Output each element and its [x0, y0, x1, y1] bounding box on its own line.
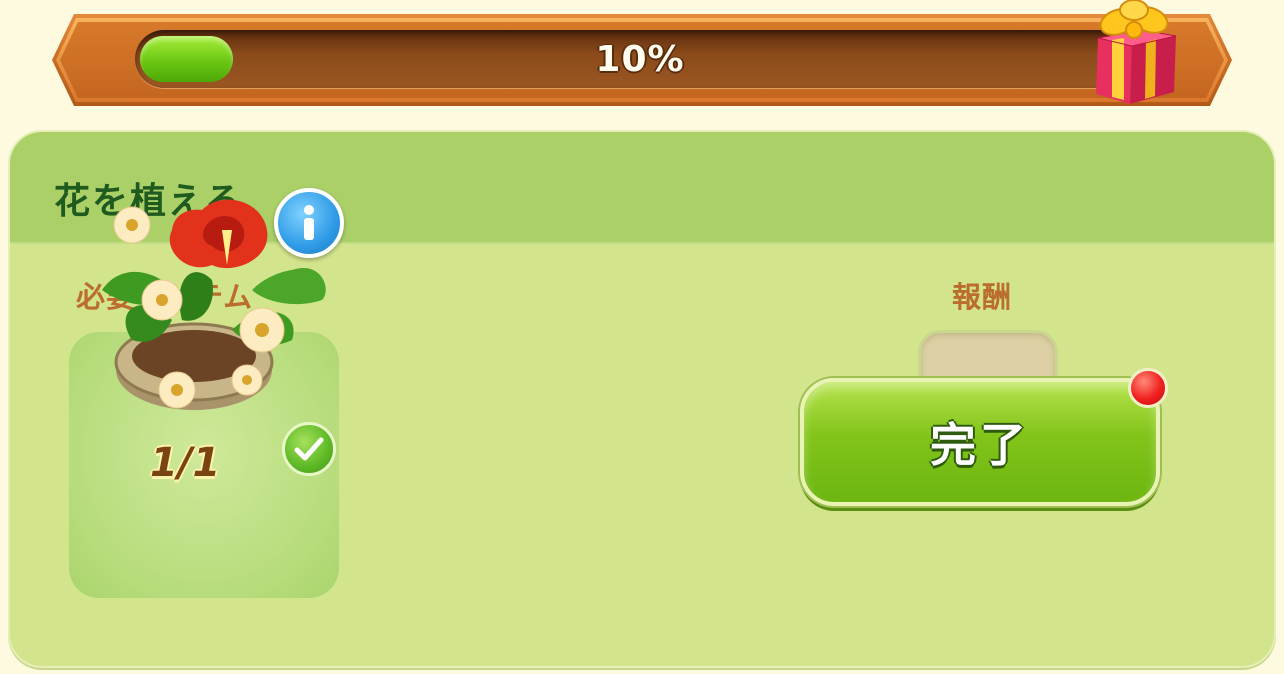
checkmark-icon: [282, 422, 336, 476]
info-glyph: [304, 205, 314, 240]
info-icon[interactable]: [274, 188, 344, 258]
progress-banner: 10%: [52, 14, 1232, 106]
complete-button-label: 完了: [930, 418, 1030, 472]
required-item-count: 1/1: [150, 440, 221, 486]
complete-button[interactable]: 完了: [800, 378, 1160, 506]
progress-bar: 10%: [135, 30, 1145, 88]
progress-percent-label: 10%: [595, 38, 685, 80]
notification-badge: [1128, 368, 1168, 408]
checkmark-glyph: [294, 437, 324, 461]
gift-box-icon[interactable]: [1084, 0, 1184, 108]
reward-label: 報酬: [952, 280, 1013, 314]
